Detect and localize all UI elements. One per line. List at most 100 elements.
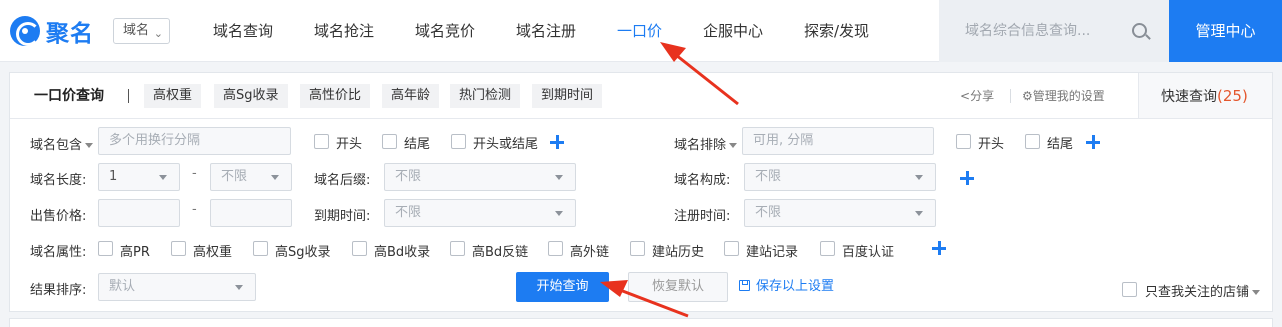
nav-enterprise-center[interactable]: 企服中心 xyxy=(703,0,763,62)
manage-center-button[interactable]: 管理中心 xyxy=(1169,0,1282,62)
quick-query-count: (25) xyxy=(1217,87,1248,105)
divider xyxy=(128,89,129,103)
range-dash: - xyxy=(192,166,197,181)
manage-settings-label: 管理我的设置 xyxy=(1032,89,1105,103)
search-icon[interactable] xyxy=(1132,23,1147,38)
structure-label: 域名构成: xyxy=(674,173,731,188)
price-to-input[interactable] xyxy=(210,199,292,227)
checkbox-label: 结尾 xyxy=(1047,137,1074,152)
structure-select[interactable]: 不限 xyxy=(744,163,936,191)
query-bar: 一口价查询 高权重 高Sg收录 高性价比 高年龄 热门检测 到期时间 <分享 ⚙… xyxy=(10,73,1272,119)
search-type-value: 域名 xyxy=(123,23,150,38)
expire-label: 到期时间: xyxy=(314,209,371,224)
share-link[interactable]: <分享 xyxy=(960,73,994,119)
logo-icon xyxy=(10,16,40,46)
checkbox-attr-bd-backlink[interactable] xyxy=(450,241,465,256)
chevron-down-icon: ⌄ xyxy=(153,27,163,40)
checkbox-attr-weight[interactable] xyxy=(171,241,186,256)
checkbox-attr-site-history[interactable] xyxy=(630,241,645,256)
add-icon[interactable] xyxy=(960,171,974,185)
manage-settings-link[interactable]: ⚙管理我的设置 xyxy=(1022,73,1105,119)
include-mode-select[interactable]: 域名包含 xyxy=(30,134,93,153)
register-select[interactable]: 不限 xyxy=(744,199,936,227)
nav-domain-snatch[interactable]: 域名抢注 xyxy=(314,0,374,62)
share-label: 分享 xyxy=(970,89,995,103)
suffix-label: 域名后缀: xyxy=(314,173,371,188)
quick-query-tab[interactable]: 快速查询(25) xyxy=(1138,73,1272,118)
sort-select[interactable]: 默认 xyxy=(98,273,256,301)
checkbox-include-either[interactable] xyxy=(451,134,466,149)
exclude-input[interactable]: 可用, 分隔 xyxy=(742,127,934,155)
checkbox-label: 高Sg收录 xyxy=(275,245,331,260)
quick-query-label: 快速查询 xyxy=(1161,89,1217,105)
include-input[interactable]: 多个用换行分隔 xyxy=(98,127,291,155)
save-settings-label: 保存以上设置 xyxy=(756,279,835,294)
checkbox-attr-bd-index[interactable] xyxy=(352,241,367,256)
checkbox-label: 开头或结尾 xyxy=(473,137,539,152)
chip-high-sg[interactable]: 高Sg收录 xyxy=(214,84,288,108)
length-to-select[interactable]: 不限 xyxy=(210,163,292,191)
divider xyxy=(1010,89,1011,103)
length-from-select[interactable]: 1 xyxy=(98,163,180,191)
chip-value[interactable]: 高性价比 xyxy=(300,84,371,108)
search-input-placeholder[interactable]: 域名综合信息查询... xyxy=(965,0,1090,62)
global-search[interactable]: 域名综合信息查询... xyxy=(939,0,1169,62)
save-icon xyxy=(739,280,750,291)
share-icon: < xyxy=(960,89,971,103)
follow-only-label[interactable]: 只查我关注的店铺 xyxy=(1145,281,1260,300)
panel-title: 一口价查询 xyxy=(34,88,104,104)
price-label: 出售价格: xyxy=(30,209,87,224)
add-icon[interactable] xyxy=(550,135,564,149)
reset-default-button[interactable]: 恢复默认 xyxy=(628,272,728,302)
add-icon[interactable] xyxy=(1086,135,1100,149)
chip-high-weight[interactable]: 高权重 xyxy=(144,84,202,108)
checkbox-label: 开头 xyxy=(336,137,363,152)
nav-fixed-price[interactable]: 一口价 xyxy=(617,0,662,62)
top-navigation: 聚名 域名 ⌄ 域名查询 域名抢注 域名竞价 域名注册 一口价 企服中心 探索/… xyxy=(0,0,1282,62)
checkbox-label: 建站历史 xyxy=(652,245,705,260)
search-type-select[interactable]: 域名 ⌄ xyxy=(113,18,170,44)
start-query-button[interactable]: 开始查询 xyxy=(516,272,609,302)
gear-icon: ⚙ xyxy=(1022,89,1033,103)
nav-explore[interactable]: 探索/发现 xyxy=(804,0,869,62)
checkbox-attr-pr[interactable] xyxy=(98,241,113,256)
nav-domain-auction[interactable]: 域名竞价 xyxy=(415,0,475,62)
results-area xyxy=(9,318,1273,327)
checkbox-label: 结尾 xyxy=(404,137,431,152)
chip-high-age[interactable]: 高年龄 xyxy=(382,84,440,108)
search-panel: 一口价查询 高权重 高Sg收录 高性价比 高年龄 热门检测 到期时间 <分享 ⚙… xyxy=(9,72,1273,312)
checkbox-label: 高外链 xyxy=(570,245,610,260)
checkbox-label: 高Bd反链 xyxy=(472,245,529,260)
save-settings-link[interactable]: 保存以上设置 xyxy=(739,272,834,302)
nav-domain-query[interactable]: 域名查询 xyxy=(213,0,273,62)
attrs-label: 域名属性: xyxy=(30,245,87,260)
nav-domain-register[interactable]: 域名注册 xyxy=(516,0,576,62)
length-label: 域名长度: xyxy=(30,173,87,188)
chip-hot-check[interactable]: 热门检测 xyxy=(450,84,521,108)
register-label: 注册时间: xyxy=(674,209,731,224)
checkbox-include-start[interactable] xyxy=(314,134,329,149)
sort-label: 结果排序: xyxy=(30,283,87,298)
checkbox-label: 高Bd收录 xyxy=(374,245,431,260)
checkbox-follow-only[interactable] xyxy=(1122,282,1137,297)
checkbox-attr-sg[interactable] xyxy=(253,241,268,256)
add-icon[interactable] xyxy=(932,241,946,255)
checkbox-label: 高PR xyxy=(120,245,150,260)
checkbox-attr-baidu-cert[interactable] xyxy=(820,241,835,256)
checkbox-label: 开头 xyxy=(978,137,1005,152)
expire-select[interactable]: 不限 xyxy=(384,199,576,227)
exclude-mode-select[interactable]: 域名排除 xyxy=(674,134,737,153)
checkbox-exclude-end[interactable] xyxy=(1025,134,1040,149)
checkbox-attr-site-record[interactable] xyxy=(724,241,739,256)
checkbox-attr-outlink[interactable] xyxy=(548,241,563,256)
checkbox-include-end[interactable] xyxy=(382,134,397,149)
checkbox-label: 建站记录 xyxy=(746,245,799,260)
checkbox-label: 百度认证 xyxy=(842,245,895,260)
checkbox-label: 高权重 xyxy=(193,245,233,260)
range-dash: - xyxy=(192,202,197,217)
price-from-input[interactable] xyxy=(98,199,180,227)
suffix-select[interactable]: 不限 xyxy=(384,163,576,191)
checkbox-exclude-start[interactable] xyxy=(956,134,971,149)
chip-expire-time[interactable]: 到期时间 xyxy=(532,84,603,108)
logo[interactable]: 聚名 xyxy=(10,14,94,48)
